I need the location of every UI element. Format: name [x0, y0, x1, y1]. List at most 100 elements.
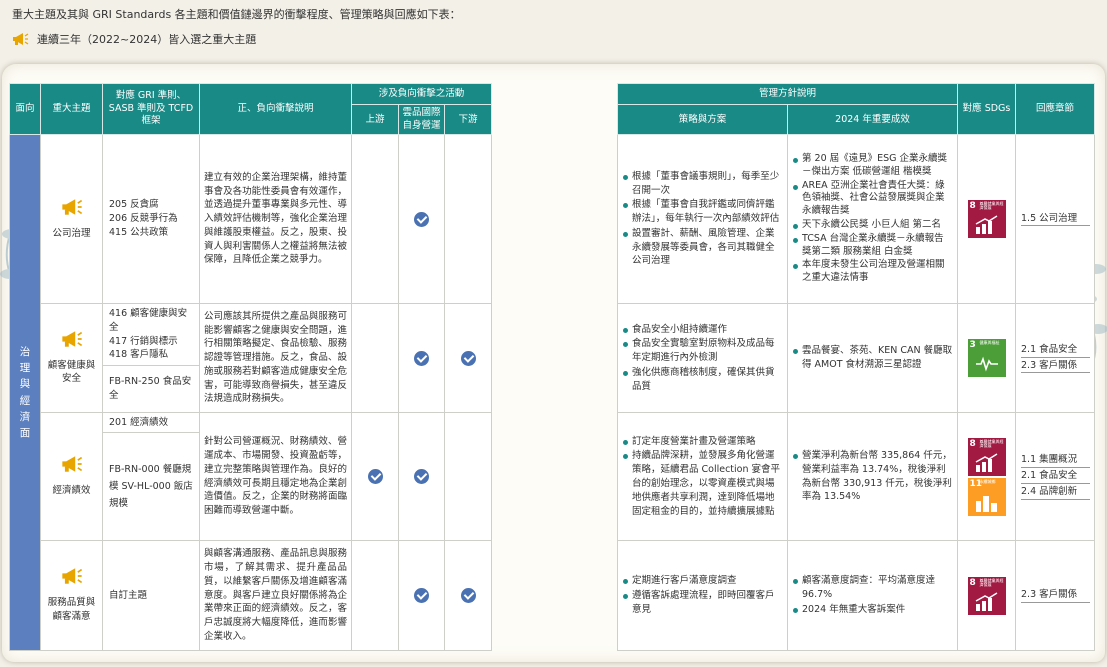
check-circle-icon	[414, 588, 429, 603]
result-item: 雲品餐宴、茶苑、KEN CAN 餐廳取得 AMOT 食材溯源三星認證	[792, 344, 953, 372]
header-mgmt: 管理方針說明	[616, 83, 959, 105]
management-table: 管理方針說明 對應 SDGs 回應章節 策略與方案 2024 年重要成效 根據「…	[616, 83, 1096, 651]
strategy-item: 持續品牌深耕，並發展多角化營運策略，延續君品 Collection 宴會平台的創…	[622, 449, 783, 518]
result-item: 本年度未發生公司治理及營運相關之重大違法情事	[792, 259, 953, 285]
topic-cell: 經濟績效	[40, 412, 103, 541]
chapter-link[interactable]: 2.3 客戶關係	[1021, 359, 1091, 374]
sdg-8-icon: 8 尊嚴就業與經濟發展	[967, 437, 1006, 476]
topic-cell: 顧客健康與安全	[40, 303, 103, 413]
chapter-cell: 1.5 公司治理	[1015, 134, 1096, 304]
topic-label: 公司治理	[52, 227, 91, 239]
header-strategy: 策略與方案	[617, 104, 788, 135]
upstream-cell	[351, 412, 399, 541]
strategy-item: 食品安全實驗室對原物料及成品每年定期進行內外檢測	[622, 337, 783, 365]
gri-cell: 416 顧客健康與安全 417 行銷與標示 418 客戶隱私	[102, 303, 200, 366]
impact-cell: 公司應該其所提供之產品與服務可能影響顧客之健康與安全問題，進行相關策略擬定、食品…	[199, 303, 352, 413]
downstream-cell	[444, 134, 492, 304]
topic-cell: 服務品質與顧客滿意	[40, 540, 103, 651]
strategy-item: 遵循客訴處理流程，即時回覆客戶意見	[622, 589, 783, 617]
megaphone-icon	[61, 567, 83, 590]
header-chapter: 回應章節	[1015, 83, 1096, 135]
strategy-cell: 根據「董事會議事規則」，每季至少召開一次 根據「董事會自我評鑑或同儕評鑑辦法」，…	[617, 134, 788, 304]
topic-cell: 公司治理	[40, 134, 103, 304]
strategy-cell: 食品安全小組持續運作 食品安全實驗室對原物料及成品每年定期進行內外檢測 強化供應…	[617, 303, 788, 413]
strategy-item: 設置審計、薪酬、風險管理、企業永續發展等委員會，各司其職健全公司治理	[622, 227, 783, 268]
gri-cell: 自訂主題	[102, 540, 200, 651]
header-results: 2024 年重要成效	[786, 104, 959, 135]
header-face: 面向	[9, 83, 41, 135]
strategy-item: 訂定年度營業計畫及營運策略	[622, 435, 783, 449]
gri-item: 418 客戶隱私	[109, 349, 169, 361]
upstream-cell	[351, 303, 399, 413]
chapter-cell: 2.3 客戶關係	[1015, 540, 1096, 651]
check-circle-icon	[460, 588, 476, 603]
sdg-cell: 8 尊嚴就業與經濟發展	[957, 540, 1017, 651]
sdg-8-icon: 8 尊嚴就業與經濟發展	[967, 200, 1006, 238]
gri-cell: 205 反貪腐 206 反競爭行為 415 公共政策	[102, 134, 200, 304]
chapter-link[interactable]: 2.3 客戶關係	[1021, 588, 1091, 603]
upstream-cell	[351, 134, 399, 304]
strategy-item: 強化供應商稽核制度，確保其供貨品質	[622, 366, 783, 394]
topic-label: 經濟績效	[52, 485, 91, 496]
strategy-item: 定期進行客戶滿意度調查	[622, 574, 783, 588]
face-cell: 治理與經濟面	[9, 134, 41, 651]
header-sdgs: 對應 SDGs	[957, 83, 1017, 135]
impact-cell: 針對公司營運概況、財務績效、營運成本、市場開發、投資盈虧等，建立完整策略與管理作…	[199, 412, 352, 541]
self-cell	[398, 540, 445, 651]
sdg-11-icon: 11 永續城鄉	[967, 477, 1006, 516]
note-line: 連續三年（2022~2024）皆入選之重大主題	[12, 31, 256, 47]
sdg-cell: 8 尊嚴就業與經濟發展	[957, 134, 1017, 304]
self-cell	[398, 134, 445, 304]
result-item: AREA 亞洲企業社會責任大獎：綠色領袖獎、社會公益發展獎與企業永續報告獎	[792, 180, 953, 218]
impact-table: 面向 重大主題 對應 GRI 準則、SASB 準則及 TCFD 框架 正、負向衝…	[9, 83, 492, 651]
result-item: 2024 年無重大客訴案件	[792, 603, 953, 617]
chapter-cell: 2.1 食品安全 2.3 客戶關係	[1015, 303, 1096, 413]
sasb-cell: FB-RN-000 餐廳規模 SV-HL-000 飯店規模	[102, 432, 200, 541]
intro-text: 重大主題及其與 GRI Standards 各主題和價值鏈邊界的衝擊程度、管理策…	[12, 8, 461, 21]
header-downstream: 下游	[444, 104, 492, 135]
megaphone-icon	[61, 455, 83, 478]
header-self: 雲品國際自身營運	[398, 104, 445, 135]
chapter-cell: 1.1 集團概況 2.1 食品安全 2.4 品牌創新	[1015, 412, 1096, 541]
results-cell: 雲品餐宴、茶苑、KEN CAN 餐廳取得 AMOT 食材溯源三星認證	[786, 303, 959, 413]
results-cell: 第 20 屆《遠見》ESG 企業永續獎－傑出方案 低碳營運組 楷模獎 AREA …	[786, 134, 959, 304]
sasb-cell: FB-RN-250 食品安全	[102, 365, 200, 413]
chapter-link[interactable]: 2.4 品牌創新	[1021, 485, 1091, 500]
result-item: 營業淨利為新台幣 335,864 仟元，營業利益率為 13.74%，稅後淨利為新…	[792, 449, 953, 504]
self-cell	[398, 412, 445, 541]
header-topic: 重大主題	[40, 83, 103, 135]
downstream-cell	[444, 412, 492, 541]
results-cell: 顧客滿意度調查：平均滿意度達 96.7% 2024 年無重大客訴案件	[786, 540, 959, 651]
results-cell: 營業淨利為新台幣 335,864 仟元，營業利益率為 13.74%，稅後淨利為新…	[786, 412, 959, 541]
impact-cell: 建立有效的企業治理架構，維持董事會及各功能性委員會有效運作，並透過提升董事專業與…	[199, 134, 352, 304]
result-item: 第 20 屆《遠見》ESG 企業永續獎－傑出方案 低碳營運組 楷模獎	[792, 153, 953, 179]
chapter-link[interactable]: 1.1 集團概況	[1021, 453, 1091, 469]
downstream-cell	[444, 303, 492, 413]
gri-item: 417 行銷與標示	[109, 335, 178, 347]
sdg-cell: 8 尊嚴就業與經濟發展 11 永續城鄉	[957, 412, 1017, 541]
chapter-link[interactable]: 2.1 食品安全	[1021, 469, 1091, 484]
strategy-item: 根據「董事會議事規則」，每季至少召開一次	[622, 170, 783, 198]
header-upstream: 上游	[351, 104, 399, 135]
check-circle-icon	[367, 469, 383, 484]
result-item: TCSA 台灣企業永續獎－永續報告獎第二類 服務業組 白金獎	[792, 233, 953, 259]
chapter-link[interactable]: 2.1 食品安全	[1021, 343, 1091, 358]
face-label: 治理與經濟面	[19, 345, 31, 440]
result-item: 顧客滿意度調查：平均滿意度達 96.7%	[792, 574, 953, 602]
self-cell	[398, 303, 445, 413]
check-circle-icon	[414, 469, 429, 484]
chapter-link[interactable]: 1.5 公司治理	[1021, 212, 1091, 227]
gri-item: 416 顧客健康與安全	[109, 307, 188, 333]
upstream-cell	[351, 540, 399, 651]
gri-item: 415 公共政策	[109, 226, 169, 238]
sdg-cell: 3 健康與福祉	[957, 303, 1017, 413]
strategy-cell: 定期進行客戶滿意度調查 遵循客訴處理流程，即時回覆客戶意見	[617, 540, 788, 651]
check-circle-icon	[414, 350, 429, 366]
gri-item: 205 反貪腐	[109, 199, 159, 211]
topic-label: 顧客健康與安全	[47, 359, 96, 385]
strategy-item: 根據「董事會自我評鑑或同儕評鑑辦法」，每年執行一次內部績效評估	[622, 198, 783, 226]
sdg-8-icon: 8 尊嚴就業與經濟發展	[967, 576, 1006, 615]
header-involve: 涉及負向衝擊之活動	[351, 83, 492, 105]
gri-cell: 201 經濟績效	[102, 412, 200, 433]
header-impact: 正、負向衝擊說明	[199, 83, 352, 135]
